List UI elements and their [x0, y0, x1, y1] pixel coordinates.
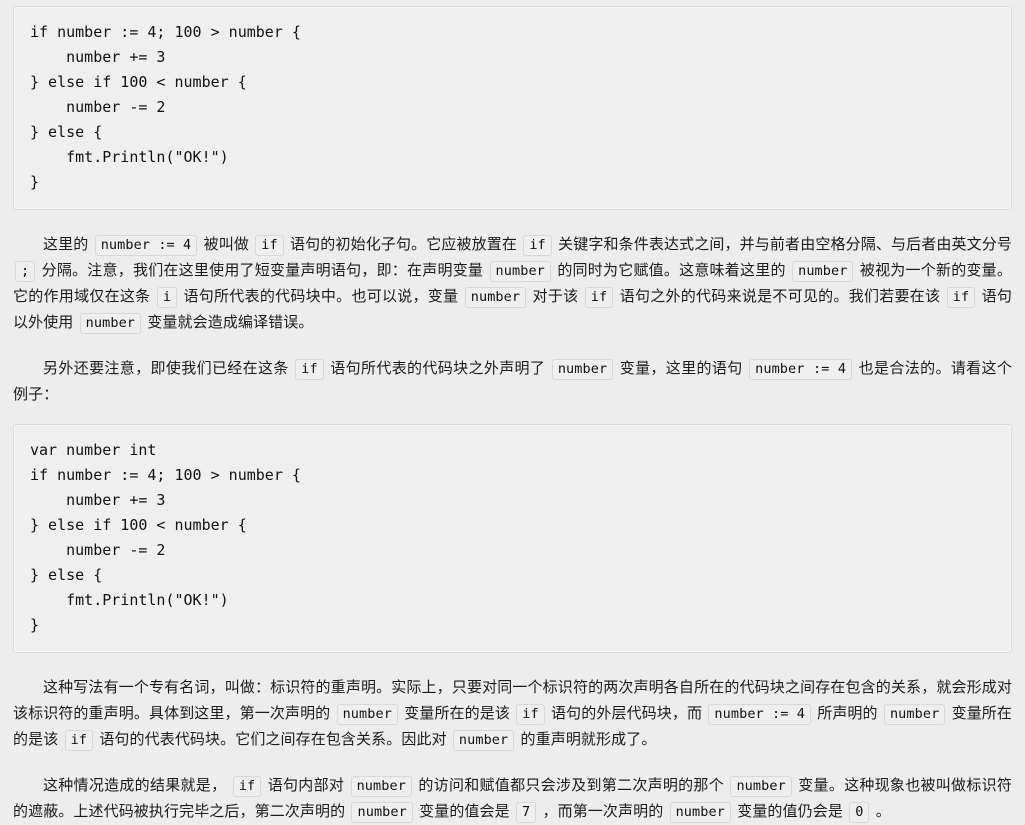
paragraph-text: 这里的 — [43, 236, 93, 253]
inline-code: ; — [15, 261, 36, 282]
inline-code: if — [255, 235, 284, 256]
paragraph-text: 的访问和赋值都只会涉及到第二次声明的那个 — [413, 777, 729, 794]
inline-code: number := 4 — [708, 704, 811, 725]
paragraph-text: 被叫做 — [199, 236, 254, 253]
inline-code: if — [516, 704, 545, 725]
paragraph-3: 这种写法有一个专有名词，叫做：标识符的重声明。实际上，只要对同一个标识符的两次声… — [13, 675, 1012, 753]
paragraph-text: 语句所代表的代码块之外声明了 — [325, 360, 550, 377]
paragraph-text: ，而第一次声明的 — [538, 803, 668, 820]
inline-code: number — [730, 776, 792, 797]
inline-code: number — [336, 704, 398, 725]
inline-code: i — [156, 287, 178, 308]
paragraph-text: 语句的代表代码块。它们之间存在包含关系。因此对 — [95, 731, 451, 748]
inline-code: 7 — [516, 802, 537, 823]
inline-code: number — [79, 313, 142, 334]
paragraph-text: 的同时为它赋值。这意味着这里的 — [552, 262, 791, 279]
paragraph-text: 语句之外的代码来说是不可见的。我们若要在该 — [615, 288, 945, 305]
paragraph-text: 的重声明就形成了。 — [516, 731, 657, 748]
inline-code: if — [295, 359, 324, 380]
paragraph-text: 这种情况造成的结果就是， — [43, 777, 231, 794]
paragraph-text: 分隔。注意，我们在这里使用了短变量声明语句，即：在声明变量 — [37, 262, 488, 279]
inline-code: number — [489, 261, 551, 282]
paragraph-text: 语句内部对 — [263, 777, 349, 794]
paragraph-text: 另外还要注意，即使我们已经在这条 — [43, 360, 294, 377]
inline-code: number — [351, 802, 413, 823]
inline-code: number — [350, 776, 412, 797]
paragraph-text: 变量就会造成编译错误。 — [143, 314, 314, 331]
paragraph-text: 变量的值会是 — [414, 803, 514, 820]
paragraph-text: 语句所代表的代码块中。也可以说，变量 — [179, 288, 463, 305]
paragraph-2: 另外还要注意，即使我们已经在这条 if 语句所代表的代码块之外声明了 numbe… — [13, 356, 1012, 408]
paragraph-1: 这里的 number := 4 被叫做 if 语句的初始化子句。它应被放置在 i… — [13, 232, 1012, 336]
paragraph-text: 对于该 — [528, 288, 583, 305]
paragraph-text: 。 — [871, 803, 891, 820]
paragraph-text: 变量所在的是该 — [399, 705, 515, 722]
paragraph-text: 语句的外层代码块，而 — [546, 705, 707, 722]
code-block-1: if number := 4; 100 > number { number +=… — [13, 6, 1012, 210]
inline-code: if — [232, 776, 262, 797]
inline-code: number := 4 — [749, 359, 853, 380]
inline-code: number — [792, 261, 854, 282]
inline-code: number := 4 — [94, 235, 198, 256]
paragraph-text: 所声明的 — [812, 705, 882, 722]
inline-code: number — [452, 730, 515, 751]
paragraph-text: 语句的初始化子句。它应被放置在 — [285, 236, 522, 253]
paragraph-text: 变量，这里的语句 — [615, 360, 748, 377]
article-page: if number := 4; 100 > number { number +=… — [0, 0, 1025, 825]
inline-code: number — [669, 802, 731, 823]
inline-code: number — [464, 287, 527, 308]
code-block-2: var number int if number := 4; 100 > num… — [13, 424, 1012, 653]
paragraph-text: 变量的值仍会是 — [732, 803, 848, 820]
inline-code: 0 — [849, 802, 870, 823]
inline-code: if — [523, 235, 552, 256]
inline-code: if — [584, 287, 614, 308]
inline-code: if — [64, 730, 94, 751]
paragraph-4: 这种情况造成的结果就是， if 语句内部对 number 的访问和赋值都只会涉及… — [13, 773, 1012, 825]
inline-code: number — [883, 704, 946, 725]
inline-code: if — [946, 287, 976, 308]
paragraph-text: 关键字和条件表达式之间，并与前者由空格分隔、与后者由英文分号 — [553, 236, 1012, 253]
inline-code: number — [551, 359, 614, 380]
